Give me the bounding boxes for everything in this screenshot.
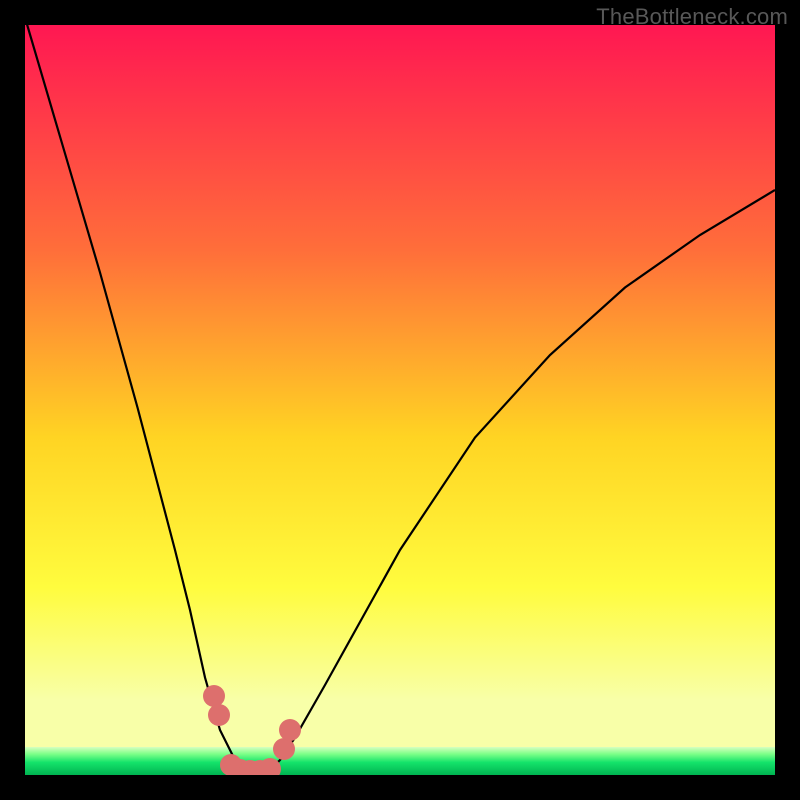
data-marker: [208, 704, 230, 726]
data-marker: [259, 758, 281, 775]
data-markers-layer: [25, 25, 775, 775]
data-marker: [273, 738, 295, 760]
data-marker: [279, 719, 301, 741]
watermark-text: TheBottleneck.com: [596, 4, 788, 30]
plot-area: [25, 25, 775, 775]
chart-frame: TheBottleneck.com: [0, 0, 800, 800]
